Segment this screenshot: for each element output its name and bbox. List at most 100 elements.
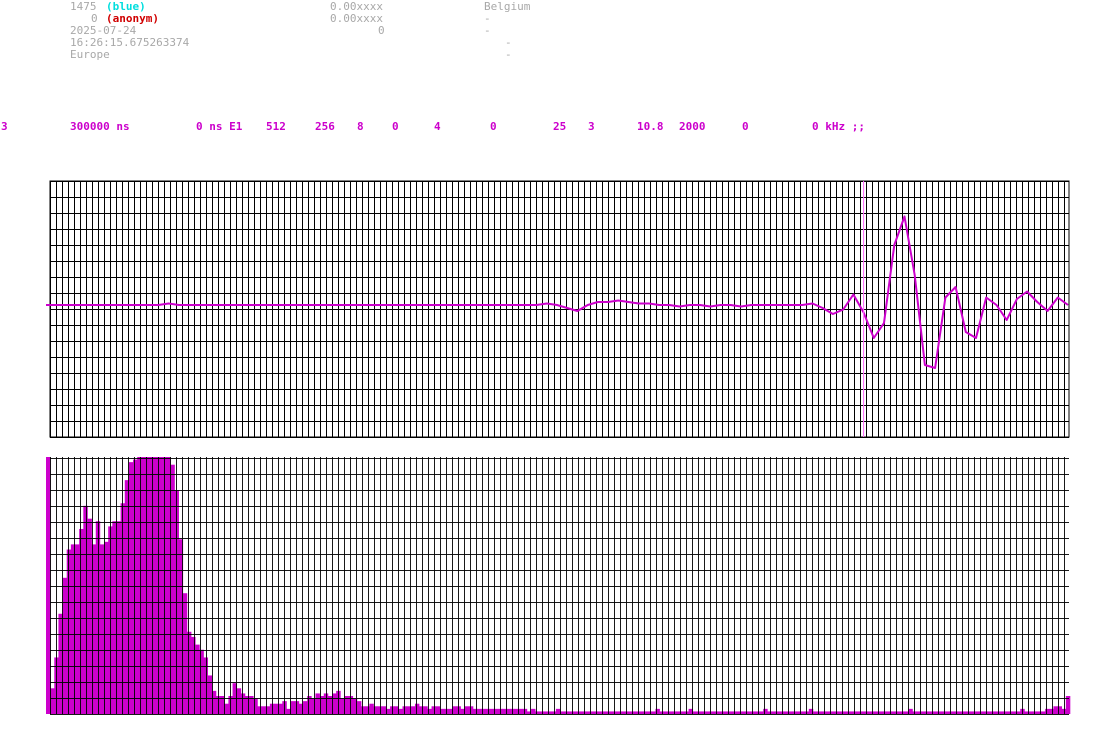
spectrum-bar: [153, 457, 159, 714]
spectrum-bar: [891, 711, 897, 714]
spectrum-bar: [518, 708, 524, 714]
spectrum-plot: [46, 457, 1071, 714]
spectrum-bar: [502, 708, 507, 714]
spectrum-bar: [771, 711, 776, 714]
spectrum-bar: [783, 711, 789, 714]
spectrum-bar: [605, 711, 611, 714]
spectrum-bar: [464, 706, 470, 714]
spectrum-bar: [87, 518, 92, 714]
spectrum-bar: [423, 706, 428, 714]
spectrum-bar: [489, 708, 495, 714]
spectrum-bar: [543, 711, 548, 714]
spectrum-bar: [958, 711, 963, 714]
spectrum-bar: [539, 711, 544, 714]
spectrum-bar: [257, 706, 262, 714]
spectrum-bar: [170, 464, 175, 714]
spectrum-bar: [1061, 708, 1067, 714]
spectrum-bar: [365, 706, 370, 714]
spectrum-bar: [920, 711, 926, 714]
spectrum-bar: [1049, 708, 1054, 714]
spectrum-bar: [941, 711, 946, 714]
spectrum-bar: [974, 711, 980, 714]
spectrum-bar: [924, 711, 930, 714]
spectrum-bar: [1053, 706, 1058, 714]
spectrum-bar: [871, 711, 876, 714]
spectrum-bar: [676, 711, 681, 714]
spectrum-bar: [705, 711, 710, 714]
spectrum-bar: [763, 708, 768, 714]
spectrum-bar: [854, 711, 859, 714]
spectrum-bar: [315, 693, 320, 714]
spectrum-bar: [149, 457, 155, 714]
spectrum-bar: [381, 706, 387, 714]
spectrum-bar: [1040, 711, 1046, 714]
spectrum-bar: [485, 708, 490, 714]
spectrum-bar: [435, 706, 441, 714]
spectrum-bar: [99, 544, 105, 714]
spectrum-bar: [730, 711, 735, 714]
spectrum-bar: [207, 675, 213, 714]
spectrum-bar: [713, 711, 718, 714]
spectrum-bar: [46, 457, 51, 714]
spectrum-bar: [236, 688, 242, 714]
spectrum-bar: [945, 711, 951, 714]
spectrum-bar: [626, 711, 631, 714]
spectrum-bar: [369, 703, 374, 714]
spectrum-bar: [323, 693, 329, 714]
spectrum-bar: [991, 711, 996, 714]
spectrum-bar: [904, 711, 909, 714]
spectrum-bar: [837, 711, 843, 714]
spectrum-bar: [609, 711, 615, 714]
spectrum-bar: [987, 711, 992, 714]
spectrum-bar: [709, 711, 714, 714]
spectrum-bar: [410, 706, 416, 714]
spectrum-bar: [642, 711, 648, 714]
spectrum-bar: [116, 521, 121, 714]
spectrum-bar: [290, 701, 296, 714]
spectrum-bar: [833, 711, 839, 714]
spectrum-bar: [995, 711, 1000, 714]
spectrum-bar: [253, 698, 258, 714]
spectrum-bar: [448, 708, 453, 714]
spectrum-bar: [593, 711, 598, 714]
spectrum-bar: [933, 711, 938, 714]
spectrum-bar: [597, 711, 602, 714]
spectrum-bar: [887, 711, 893, 714]
spectrum-bar: [879, 711, 884, 714]
spectrum-bar: [203, 657, 208, 714]
spectrum-bar: [431, 706, 436, 714]
spectrum-bar: [356, 701, 362, 714]
spectrum-bar: [663, 711, 669, 714]
spectrum-bar: [303, 701, 308, 714]
spectrum-bar: [62, 577, 68, 714]
spectrum-bar: [361, 706, 366, 714]
spectrum-bar: [767, 711, 772, 714]
spectrum-bar: [535, 711, 540, 714]
spectrum-bar: [481, 708, 486, 714]
spectrum-bar: [128, 462, 134, 714]
spectrum-bar: [377, 706, 383, 714]
spectrum-bar: [414, 703, 420, 714]
spectrum-bar: [1028, 711, 1033, 714]
spectrum-bar: [750, 711, 756, 714]
spectrum-bar: [468, 706, 474, 714]
spectrum-bar: [825, 711, 830, 714]
spectrum-bar: [746, 711, 752, 714]
spectrum-bar: [182, 593, 188, 714]
spectrum-bar: [999, 711, 1004, 714]
spectrum-bar: [141, 457, 146, 714]
spectrum-bar: [821, 711, 826, 714]
spectrum-bar: [717, 711, 723, 714]
spectrum-bar: [696, 711, 702, 714]
spectrum-bar: [866, 711, 872, 714]
spectrum-bar: [195, 644, 200, 714]
waveform-grid: [49, 180, 1070, 438]
spectrum-bar: [531, 708, 536, 714]
spectrum-bar: [692, 711, 698, 714]
spectrum-bar: [261, 706, 267, 714]
spectrum-bar: [311, 698, 316, 714]
spectrum-bar: [651, 711, 656, 714]
spectrum-bar: [659, 711, 665, 714]
spectrum-bar: [274, 703, 279, 714]
spectrum-bar: [186, 631, 192, 714]
